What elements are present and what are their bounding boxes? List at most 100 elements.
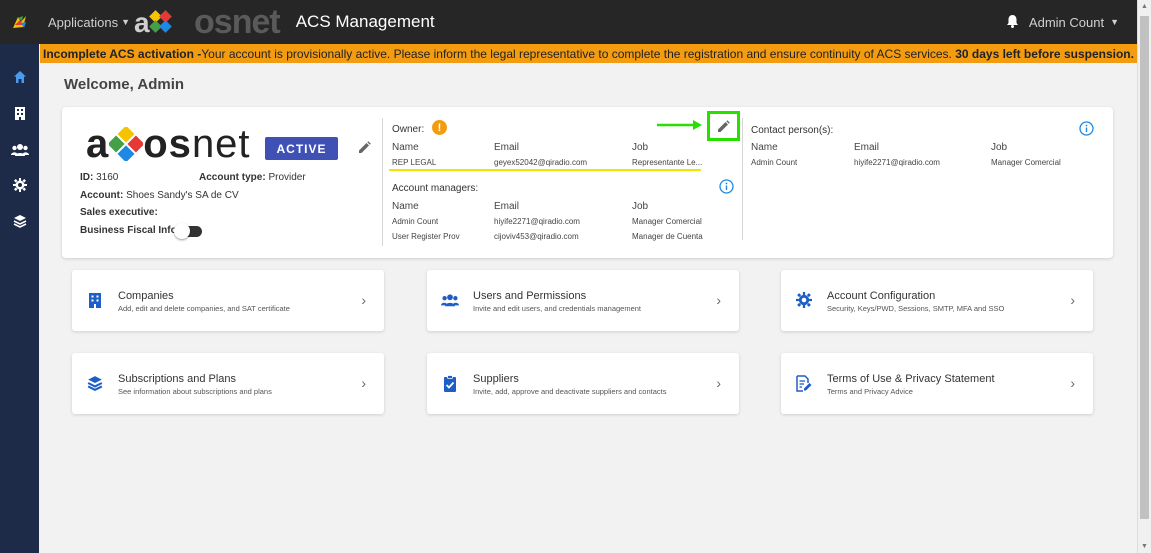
gear-icon — [795, 291, 813, 309]
user-menu[interactable]: Admin Count ▼ — [1006, 0, 1119, 44]
nav-companies[interactable] — [0, 95, 39, 131]
layers-icon — [13, 215, 26, 228]
app-logo-icon[interactable] — [0, 0, 40, 44]
page-scrollbar[interactable]: ▲ ▼ — [1137, 0, 1151, 553]
building-icon — [86, 291, 104, 309]
contacts-info-icon[interactable] — [1079, 121, 1094, 141]
managers-col-email: Email — [494, 201, 520, 212]
account-name: Account: Shoes Sandy's SA de CV — [80, 190, 239, 201]
owner-col-job: Job — [632, 142, 649, 153]
chevron-right-icon: › — [361, 292, 366, 308]
edit-account-button[interactable] — [358, 141, 371, 159]
axosnet-logo-icon: a — [134, 8, 172, 36]
tile-title: Companies — [118, 290, 174, 302]
pencil-icon — [359, 141, 371, 153]
tile-suppliers[interactable]: Suppliers Invite, add, approve and deact… — [427, 353, 739, 414]
owner-col-name: Name — [392, 142, 419, 153]
manager-2-job: Manager de Cuenta — [632, 232, 703, 241]
contacts-col-email: Email — [854, 142, 880, 153]
users-icon — [10, 143, 29, 156]
tile-users-permissions[interactable]: Users and Permissions Invite and edit us… — [427, 270, 739, 331]
chevron-right-icon: › — [1070, 292, 1075, 308]
chevron-right-icon: › — [1070, 375, 1075, 391]
pencil-icon — [718, 119, 730, 132]
tile-title: Terms of Use & Privacy Statement — [827, 373, 995, 385]
toggle-knob — [174, 223, 190, 239]
brand-logo-ghost: a osnet — [134, 0, 281, 44]
type-label: Account type: — [199, 172, 266, 183]
nav-home[interactable] — [0, 59, 39, 95]
owner-row-highlight — [389, 169, 701, 171]
chevron-right-icon: › — [716, 375, 721, 391]
chevron-right-icon: › — [361, 375, 366, 391]
manager-2-email: cijoviv453@qiradio.com — [494, 232, 579, 241]
activation-warning-banner: Incomplete ACS activation - Your account … — [40, 44, 1137, 63]
tile-title: Account Configuration — [827, 290, 936, 302]
banner-message: Your account is provisionally active. Pl… — [201, 46, 952, 61]
account-value: Shoes Sandy's SA de CV — [126, 190, 239, 201]
users-icon — [441, 291, 459, 309]
scrollbar-thumb[interactable] — [1140, 16, 1149, 519]
building-icon — [14, 107, 25, 120]
tile-title: Subscriptions and Plans — [118, 373, 237, 385]
scroll-down-icon[interactable]: ▼ — [1141, 543, 1148, 550]
scroll-up-icon[interactable]: ▲ — [1141, 3, 1148, 10]
type-value: Provider — [268, 172, 306, 183]
applications-menu[interactable]: Applications ▼ — [48, 15, 130, 30]
owner-job: Representante Le... — [632, 158, 702, 167]
manager-1-job: Manager Comercial — [632, 217, 702, 226]
fiscal-label: Business Fiscal Info: — [80, 225, 181, 236]
fiscal-info-toggle[interactable] — [174, 223, 202, 239]
brand-bold-part: a — [86, 122, 110, 166]
manager-1-name: Admin Count — [392, 217, 439, 226]
contacts-label: Contact person(s): — [751, 125, 834, 136]
manager-1-email: hiyife2271@qiradio.com — [494, 217, 580, 226]
clipboard-check-icon — [441, 374, 459, 392]
divider-left — [382, 118, 383, 246]
tile-terms-privacy[interactable]: Terms of Use & Privacy Statement Terms a… — [781, 353, 1093, 414]
tile-title: Users and Permissions — [473, 290, 587, 302]
banner-lead: Incomplete ACS activation - — [43, 46, 202, 61]
managers-col-name: Name — [392, 201, 419, 212]
nav-users[interactable] — [0, 131, 39, 167]
green-arrow-icon — [657, 120, 702, 130]
tile-subscriptions-plans[interactable]: Subscriptions and Plans See information … — [72, 353, 384, 414]
bell-icon[interactable] — [1006, 14, 1019, 31]
nav-subscriptions[interactable] — [0, 203, 39, 239]
app-title: ACS Management — [295, 12, 435, 31]
divider-right — [742, 118, 743, 240]
applications-label: Applications — [48, 14, 119, 30]
managers-col-job: Job — [632, 201, 649, 212]
account-brand-logo: a osnet — [86, 122, 251, 166]
tile-description: Terms and Privacy Advice — [827, 387, 913, 396]
tile-title: Suppliers — [473, 373, 519, 385]
owner-col-email: Email — [494, 142, 520, 153]
contact-name: Admin Count — [751, 158, 798, 167]
gear-icon — [12, 178, 27, 192]
user-name: Admin Count — [1028, 14, 1105, 30]
sales-label: Sales executive: — [80, 207, 158, 218]
contact-email: hiyife2271@qiradio.com — [854, 158, 940, 167]
sales-executive: Sales executive: — [80, 207, 158, 218]
status-badge: ACTIVE — [265, 137, 338, 160]
document-edit-icon — [795, 374, 813, 392]
edit-owner-button[interactable] — [707, 111, 740, 141]
contact-job: Manager Comercial — [991, 158, 1061, 167]
tile-description: Invite and edit users, and credentials m… — [473, 304, 642, 313]
contacts-col-name: Name — [751, 142, 778, 153]
caret-down-icon: ▼ — [121, 17, 131, 27]
nav-settings[interactable] — [0, 167, 39, 203]
tile-companies[interactable]: Companies Add, edit and delete companies… — [72, 270, 384, 331]
home-icon — [13, 71, 26, 83]
brand-ghost-text: osnet — [194, 2, 281, 41]
tile-description: See information about subscriptions and … — [118, 387, 272, 396]
id-value: 3160 — [96, 172, 119, 183]
layers-icon — [86, 374, 104, 392]
managers-info-icon[interactable] — [719, 179, 734, 199]
tile-account-configuration[interactable]: Account Configuration Security, Keys/PWD… — [781, 270, 1093, 331]
owner-email: geyex52042@qiradio.com — [494, 158, 588, 167]
account-label: Account: — [80, 190, 124, 201]
axosnet-x-logo-icon — [109, 127, 144, 161]
warning-icon[interactable]: ! — [432, 120, 447, 135]
owner-label: Owner: — [392, 124, 425, 135]
